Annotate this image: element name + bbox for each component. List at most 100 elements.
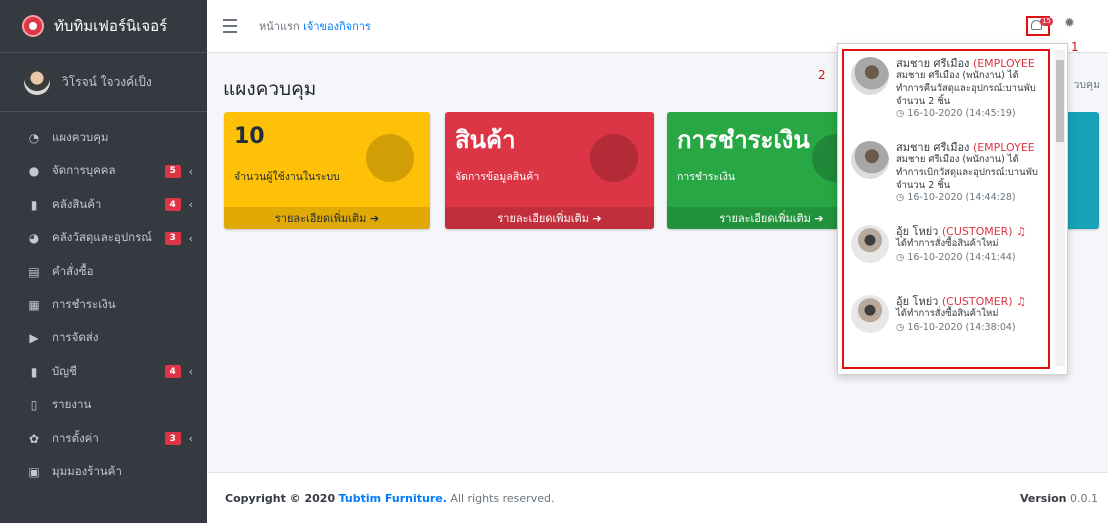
copyright-prefix: Copyright © 2020 xyxy=(225,492,336,505)
sidebar-item-reports[interactable]: ▯ รายงาน xyxy=(0,389,207,421)
more-info-link[interactable]: รายละเอียดเพิ่มเติม ➔ xyxy=(224,207,430,229)
notification-item[interactable]: อุ้ย โหย่ว (CUSTOMER) ♫ ได้ทำการสั่งซื้อ… xyxy=(844,219,1048,289)
scrollbar-thumb[interactable] xyxy=(1056,60,1064,142)
sidebar-item-payments[interactable]: ▦ การชำระเงิน xyxy=(0,289,207,321)
sidebar-item-people[interactable]: ● จัดการบุคคล 5 ‹ xyxy=(0,155,207,187)
page-title: แผงควบคุม xyxy=(223,78,317,100)
arrow-circle-right-icon: ➔ xyxy=(369,211,380,225)
page-footer: Copyright © 2020 Tubtim Furniture. All r… xyxy=(207,472,1108,524)
cash-register-icon: ▦ xyxy=(28,297,40,312)
sidebar-item-orders[interactable]: ▤ คำสั่งซื้อ xyxy=(0,256,207,288)
count-badge: 4 xyxy=(164,198,181,212)
sidebar-item-shipping[interactable]: ▶ การจัดส่ง xyxy=(0,322,207,354)
count-badge: 5 xyxy=(164,164,181,178)
more-info-link[interactable]: รายละเอียดเพิ่มเติม ➔ xyxy=(445,207,654,229)
count-badge: 4 xyxy=(164,365,181,379)
sidebar-item-label: คำสั่งซื้อ xyxy=(52,263,94,278)
footer-brand-link[interactable]: Tubtim Furniture. xyxy=(339,492,447,505)
notification-item[interactable]: สมชาย ศรีเมือง (EMPLOYEE สมชาย ศรีเมือง … xyxy=(844,51,1048,135)
store-icon: ▣ xyxy=(28,464,40,479)
notification-time-text: 16-10-2020 (14:44:28) xyxy=(907,192,1016,203)
sidebar-item-warehouse[interactable]: ▮ คลังสินค้า 4 ‹ xyxy=(0,189,207,221)
truck-icon: ▶ xyxy=(29,331,39,346)
notification-item[interactable]: อุ้ย โหย่ว (CUSTOMER) ♫ ได้ทำการสั่งซื้อ… xyxy=(844,289,1048,359)
box-subtitle: จำนวนผู้ใช้งานในระบบ xyxy=(234,171,340,183)
notification-time: ◷ 16-10-2020 (14:41:44) xyxy=(896,252,1016,263)
menu-toggle-icon[interactable] xyxy=(223,19,237,33)
notification-item[interactable]: สมชาย ศรีเมือง (EMPLOYEE สมชาย ศรีเมือง … xyxy=(844,135,1048,219)
chevron-left-icon: ‹ xyxy=(188,432,193,446)
notification-time: ◷ 16-10-2020 (14:44:28) xyxy=(896,192,1016,203)
sidebar-item-label: การชำระเงิน xyxy=(52,296,116,311)
list-icon: ▤ xyxy=(28,264,40,279)
avatar xyxy=(851,141,889,179)
sidebar-item-dashboard[interactable]: ◔ แผงควบคุม xyxy=(0,122,207,154)
notification-count-badge: 15 xyxy=(1040,17,1053,26)
avatar xyxy=(24,69,50,95)
more-info-label: รายละเอียดเพิ่มเติม xyxy=(497,212,589,225)
arrow-circle-right-icon: ➔ xyxy=(814,211,824,225)
avatar xyxy=(851,295,889,333)
annotation-label-2: 2 xyxy=(818,68,826,82)
more-info-label: รายละเอียดเพิ่มเติม xyxy=(719,212,811,225)
dashboard-icon: ◔ xyxy=(28,131,40,145)
sidebar-item-storefront[interactable]: ▣ มุมมองร้านค้า xyxy=(0,456,207,488)
avatar xyxy=(851,57,889,95)
user-name[interactable]: วิโรจน์ ใจวงค์เป็ง xyxy=(62,73,152,92)
box-subtitle: การชำระเงิน xyxy=(677,171,736,183)
count-badge: 3 xyxy=(164,231,181,245)
copy-icon: ▮ xyxy=(30,197,38,212)
notifications-list: สมชาย ศรีเมือง (EMPLOYEE สมชาย ศรีเมือง … xyxy=(842,49,1050,369)
notification-time-text: 16-10-2020 (14:41:44) xyxy=(907,252,1016,263)
dropdown-scrollbar[interactable] xyxy=(1055,50,1065,366)
clock-icon: ◷ xyxy=(896,108,905,119)
users-stat-box: 10 จำนวนผู้ใช้งานในระบบ รายละเอียดเพิ่มเ… xyxy=(224,112,430,229)
sidebar-item-materials[interactable]: ◕ คลังวัสดุและอุปกรณ์ 3 ‹ xyxy=(0,222,207,254)
pie-chart-icon: ◕ xyxy=(28,231,40,246)
version: Version 0.0.1 xyxy=(1020,492,1098,505)
sidebar-item-label: มุมมองร้านค้า xyxy=(52,463,122,478)
box-value: การชำระเงิน xyxy=(677,126,810,154)
file-icon: ▯ xyxy=(30,398,38,413)
box-subtitle: จัดการข้อมูลสินค้า xyxy=(455,171,540,183)
box-value: สินค้า xyxy=(455,126,516,154)
notifications-button[interactable]: 15 xyxy=(1026,16,1053,36)
sidebar-item-label: การตั้งค่า xyxy=(52,430,99,445)
copyright-suffix: All rights reserved. xyxy=(450,492,555,505)
sidebar-item-settings[interactable]: ✿ การตั้งค่า 3 ‹ xyxy=(0,423,207,455)
notification-time-text: 16-10-2020 (14:45:19) xyxy=(907,108,1016,119)
notification-message: สมชาย ศรีเมือง (พนักงาน) ได้ทำการเบิกวัส… xyxy=(896,154,1038,191)
sidebar-item-label: การจัดส่ง xyxy=(52,330,99,345)
product-hunt-icon xyxy=(590,134,638,182)
notification-message: สมชาย ศรีเมือง (พนักงาน) ได้ทำการคืนวัสด… xyxy=(896,70,1036,107)
avatar xyxy=(851,225,889,263)
user-plus-icon xyxy=(366,134,414,182)
box-value: 10 xyxy=(234,124,265,149)
breadcrumb-right[interactable]: วบคุม xyxy=(1073,76,1100,93)
sidebar-item-label: รายงาน xyxy=(52,397,92,412)
sidebar-item-label: คลังสินค้า xyxy=(52,196,102,211)
chevron-left-icon: ‹ xyxy=(188,365,193,379)
breadcrumb: หน้าแรก เจ้าของกิจการ xyxy=(259,17,371,35)
notification-time-text: 16-10-2020 (14:38:04) xyxy=(907,322,1016,333)
version-number: 0.0.1 xyxy=(1070,492,1098,505)
sidebar-item-label: คลังวัสดุและอุปกรณ์ xyxy=(52,230,152,245)
sidebar-item-label: บัญชี xyxy=(52,363,77,378)
chevron-left-icon: ‹ xyxy=(188,198,193,212)
breadcrumb-home[interactable]: หน้าแรก xyxy=(259,20,300,33)
notification-time: ◷ 16-10-2020 (14:45:19) xyxy=(896,108,1016,119)
user-panel[interactable]: วิโรจน์ ใจวงค์เป็ง xyxy=(0,53,207,112)
more-info-label: รายละเอียดเพิ่มเติม xyxy=(274,212,367,225)
sidebar-nav: ◔ แผงควบคุม ● จัดการบุคคล 5 ‹ ▮ คลังสินค… xyxy=(0,112,207,488)
chevron-left-icon: ‹ xyxy=(188,231,193,245)
breadcrumb-current[interactable]: เจ้าของกิจการ xyxy=(303,20,371,33)
copy-icon: ▮ xyxy=(30,364,38,379)
sidebar-item-label: จัดการบุคคล xyxy=(52,163,116,178)
clock-icon: ◷ xyxy=(896,322,905,333)
brand-link[interactable]: ทับทิมเฟอร์นิเจอร์ xyxy=(0,0,207,53)
arrow-circle-right-icon: ➔ xyxy=(592,211,602,225)
sidebar-item-label: แผงควบคุม xyxy=(52,130,109,144)
sidebar-item-accounts[interactable]: ▮ บัญชี 4 ‹ xyxy=(0,356,207,388)
notifications-dropdown: สมชาย ศรีเมือง (EMPLOYEE สมชาย ศรีเมือง … xyxy=(837,43,1068,375)
gear-icon[interactable]: ✹ xyxy=(1064,16,1075,31)
